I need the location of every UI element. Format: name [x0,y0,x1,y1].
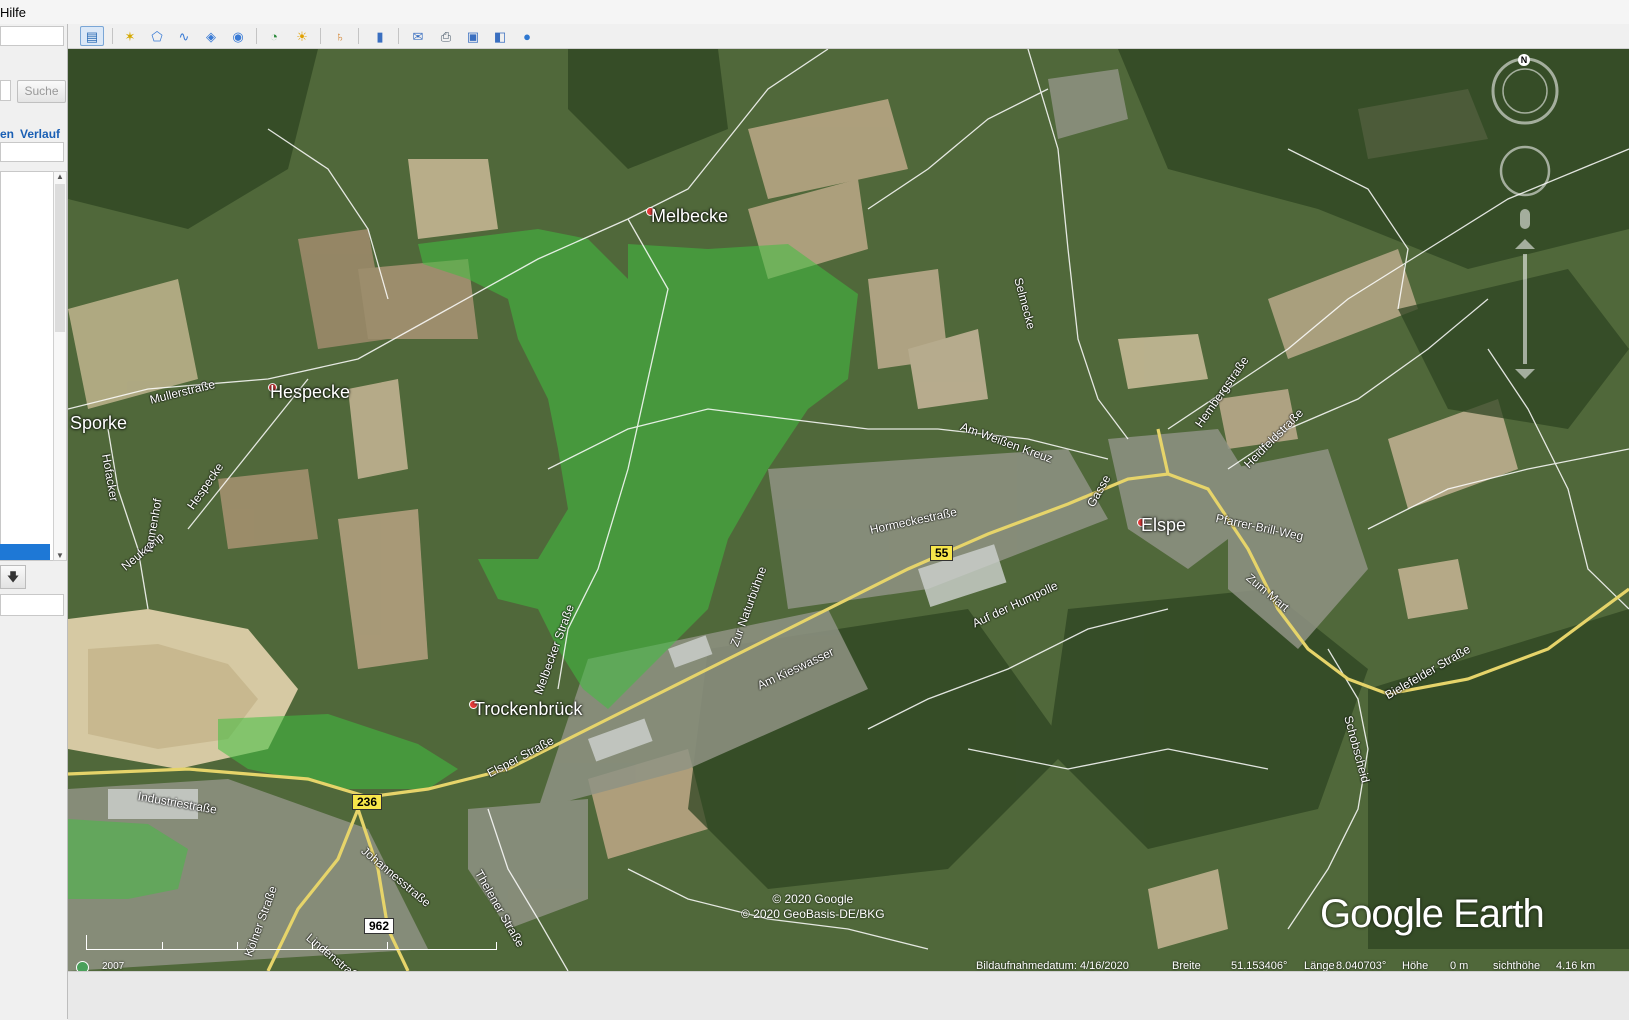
save-image-button[interactable]: ▣ [461,26,485,46]
historical-imagery-button[interactable]: ◔ [262,26,286,46]
add-image-overlay-button[interactable]: ◈ [199,26,223,46]
email-button[interactable]: ✉ [406,26,430,46]
scale-bar [86,935,497,950]
results-list[interactable] [0,171,54,561]
menu-bar: Hilfe [0,0,1629,25]
add-polygon-button[interactable]: ⬠ [145,26,169,46]
search-button[interactable]: Suche [17,80,66,103]
add-path-button[interactable]: ∿ [172,26,196,46]
sunlight-icon: ☀ [296,28,308,44]
longitude-label: Länge [1304,960,1335,971]
add-polygon-icon: ⬠ [151,28,163,44]
taskbar-strip [68,971,1629,1020]
satellite-imagery [68,49,1629,971]
add-path-icon: ∿ [178,28,190,44]
sidebar-toolbar-field [0,142,64,162]
sidebar-layers-field [0,594,64,616]
add-placemark-icon: ✶ [124,28,136,44]
eye-altitude-value: 4.16 km [1556,960,1596,971]
latitude-label: Breite [1172,960,1201,971]
longitude-value: 8.040703° [1336,960,1387,971]
print-button[interactable]: ⎙ [434,26,458,46]
view-in-maps-button[interactable]: ◧ [488,26,512,46]
historical-imagery-icon: ◔ [270,28,278,44]
elevation-label: Höhe [1402,960,1429,971]
tab-history[interactable]: Verlauf [20,127,60,141]
sunlight-button[interactable]: ☀ [290,26,314,46]
copyright-geobasis: © 2020 GeoBasis-DE/BKG [741,907,885,921]
menu-help[interactable]: Hilfe [0,5,26,20]
status-bar: Bildaufnahmedatum: 4/16/2020 Breite 51.1… [136,960,1629,971]
record-tour-icon: ◉ [232,28,244,44]
record-tour-button[interactable]: ◉ [226,26,250,46]
google-earth-logo: Google Earth [1320,892,1545,936]
arrow-down-icon: 🡇 [6,570,20,584]
scroll-thumb[interactable] [55,184,65,332]
tab-places[interactable]: en [0,127,14,141]
copyright-google: © 2020 Google [772,892,854,906]
compass-north-marker[interactable]: N [1518,54,1530,66]
sidebar-toggle-button[interactable]: ▤ [80,26,104,46]
results-scrollbar[interactable]: ▲ ▼ [53,171,67,561]
sidebar-header-field [0,26,64,46]
map-view[interactable]: N Melbecke Hespecke Sporke Trockenbrück … [68,49,1629,971]
road-shield-55: 55 [930,545,954,561]
elevation-value: 0 m [1450,960,1469,971]
capture-date: Bildaufnahmedatum: 4/16/2020 [976,960,1129,971]
eye-altitude-label: sichthöhe [1493,960,1541,971]
scroll-up-icon[interactable]: ▲ [55,172,65,181]
historical-imagery-slider-icon[interactable] [76,961,89,971]
sidebar: Suche en Verlauf ▲ ▼ 🡇 [0,24,68,1019]
planets-button[interactable]: ♄ [328,26,352,46]
add-placemark-button[interactable]: ✶ [118,26,142,46]
place-melbecke[interactable]: Melbecke [651,206,728,227]
place-trockenbruck[interactable]: Trockenbrück [474,699,582,720]
print-icon: ⎙ [440,28,452,44]
toolbar: ▤ ✶ ⬠ ∿ ◈ ◉ ◔ ☀ ♄ ▮ ✉ ⎙ ▣ ◧ ● [68,24,1629,49]
imagery-copyright: © 2020 Google © 2020 GeoBasis-DE/BKG [741,892,885,922]
results-list-selected-item[interactable] [0,544,50,560]
place-elspe[interactable]: Elspe [1141,515,1186,536]
save-image-icon: ▣ [466,28,480,44]
road-shield-962: 962 [364,918,395,934]
search-input[interactable] [0,80,11,101]
earth-button[interactable]: ● [515,26,539,46]
email-icon: ✉ [412,28,424,44]
place-sporke[interactable]: Sporke [70,413,127,434]
planets-icon: ♄ [335,28,345,44]
ruler-icon: ▮ [376,28,384,44]
earth-icon: ● [523,28,531,44]
view-in-maps-icon: ◧ [493,28,507,44]
scroll-down-icon[interactable]: ▼ [55,551,65,560]
place-hespecke[interactable]: Hespecke [270,382,350,403]
add-image-overlay-icon: ◈ [206,28,216,44]
ruler-button[interactable]: ▮ [368,26,392,46]
imagery-year: 2007 [102,961,125,971]
latitude-value: 51.153406° [1231,960,1288,971]
road-shield-236: 236 [352,794,383,810]
move-down-button[interactable]: 🡇 [0,565,26,589]
sidebar-toggle-icon: ▤ [85,28,99,44]
